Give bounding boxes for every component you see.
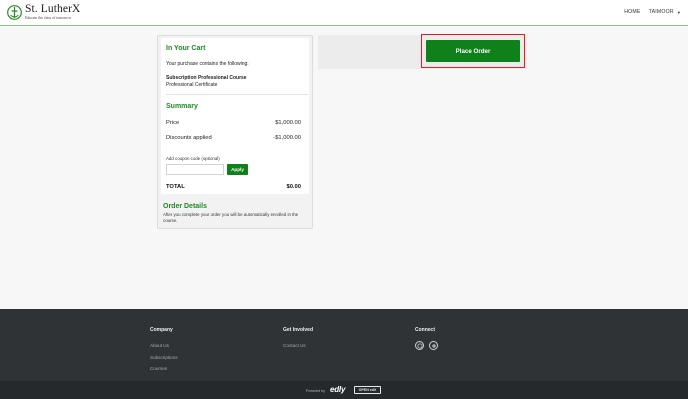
logo-emblem-icon — [7, 4, 22, 21]
open-edx-logo[interactable]: OPEN edX — [354, 386, 381, 394]
cart-description: Your purchase contains the following: — [166, 61, 249, 67]
footer-involved-title: Get Involved — [283, 327, 314, 333]
coupon-label: Add coupon code (optional) — [166, 156, 220, 161]
total-value: $0.00 — [286, 184, 301, 190]
footer-company-title: Company — [150, 327, 173, 333]
top-nav: HOME TAIMOOR ▼ — [624, 9, 681, 15]
footer-connect-title: Connect — [415, 327, 435, 333]
discount-value: -$1,000.00 — [273, 135, 301, 141]
course-name: Subscription Professional Course — [166, 75, 247, 81]
site-header: St. LutherX Educate the class of tomorro… — [0, 0, 688, 26]
divider — [166, 94, 308, 95]
chat-icon[interactable] — [415, 341, 424, 350]
summary-title: Summary — [166, 103, 198, 110]
order-details-title: Order Details — [163, 203, 207, 210]
brand-tagline: Educate the class of tomorrow — [25, 15, 72, 20]
cart-summary-card: In Your Cart Your purchase contains the … — [161, 38, 309, 194]
checkout-page: St. LutherX Educate the class of tomorro… — [0, 0, 688, 399]
course-type: Professional Certificate — [166, 82, 218, 88]
footer-link-subscriptions[interactable]: Subscriptions — [150, 355, 178, 360]
coupon-input[interactable] — [166, 164, 224, 175]
price-value: $1,000.00 — [275, 120, 301, 126]
settings-icon[interactable] — [429, 341, 438, 350]
edly-logo[interactable]: edly — [330, 385, 345, 394]
apply-coupon-button[interactable]: Apply — [227, 164, 248, 175]
logo[interactable]: St. LutherX Educate the class of tomorro… — [7, 4, 80, 21]
brand-name: St. LutherX — [25, 3, 81, 16]
footer-link-contact[interactable]: Contact Us — [283, 343, 306, 348]
discount-label: Discounts applied — [166, 135, 212, 141]
place-order-button[interactable]: Place Order — [426, 40, 520, 62]
price-label: Price — [166, 120, 180, 126]
footer-link-about[interactable]: About Us — [150, 343, 169, 348]
user-name: TAIMOOR — [648, 9, 674, 15]
order-details-text: After you complete your order you will b… — [163, 212, 299, 224]
user-menu[interactable]: TAIMOOR ▼ — [649, 9, 681, 15]
powered-by-label: Powered by — [306, 389, 325, 393]
chevron-down-icon: ▼ — [676, 9, 681, 15]
footer-link-courses[interactable]: Courses — [150, 366, 167, 371]
nav-home-link[interactable]: HOME — [624, 9, 640, 15]
cart-panel: In Your Cart Your purchase contains the … — [157, 35, 313, 229]
cart-title: In Your Cart — [166, 45, 206, 52]
total-label: TOTAL — [166, 184, 185, 190]
